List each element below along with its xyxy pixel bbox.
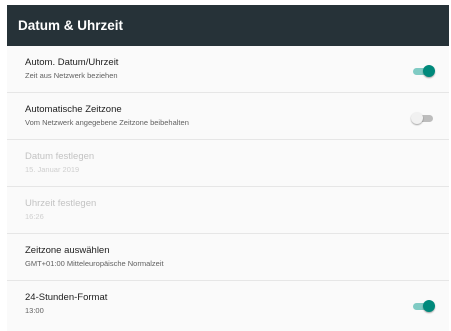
- setting-title: Uhrzeit festlegen: [25, 198, 97, 209]
- toggle-thumb: [423, 300, 435, 312]
- setting-summary: GMT+01:00 Mitteleuropäische Normalzeit: [25, 259, 164, 268]
- setting-summary: 13:00: [25, 306, 44, 315]
- auto-timezone-toggle[interactable]: [411, 112, 435, 125]
- setting-title: Datum festlegen: [25, 151, 95, 162]
- auto-date-time-toggle[interactable]: [411, 65, 435, 78]
- setting-set-date: Datum festlegen 15. Januar 2019: [7, 140, 449, 187]
- setting-summary: 15. Januar 2019: [25, 165, 80, 174]
- setting-summary: Vom Netzwerk angegebene Zeitzone beibeha…: [25, 118, 189, 127]
- toggle-thumb: [423, 65, 435, 77]
- setting-title: Zeitzone auswählen: [25, 245, 110, 256]
- setting-select-timezone[interactable]: Zeitzone auswählen GMT+01:00 Mitteleurop…: [7, 234, 449, 281]
- settings-screen: Datum & Uhrzeit Autom. Datum/Uhrzeit Zei…: [7, 5, 449, 331]
- setting-title: Autom. Datum/Uhrzeit: [25, 57, 119, 68]
- setting-auto-timezone[interactable]: Automatische Zeitzone Vom Netzwerk angeg…: [7, 93, 449, 140]
- setting-summary: Zeit aus Netzwerk beziehen: [25, 71, 118, 80]
- setting-title: 24-Stunden-Format: [25, 292, 108, 303]
- setting-summary: 16:26: [25, 212, 44, 221]
- app-bar: Datum & Uhrzeit: [7, 5, 449, 46]
- setting-24-hour-format[interactable]: 24-Stunden-Format 13:00: [7, 281, 449, 328]
- page-title: Datum & Uhrzeit: [18, 18, 124, 33]
- toggle-thumb: [411, 112, 423, 124]
- setting-auto-date-time[interactable]: Autom. Datum/Uhrzeit Zeit aus Netzwerk b…: [7, 46, 449, 93]
- setting-set-time: Uhrzeit festlegen 16:26: [7, 187, 449, 234]
- 24-hour-format-toggle[interactable]: [411, 300, 435, 313]
- setting-title: Automatische Zeitzone: [25, 104, 122, 115]
